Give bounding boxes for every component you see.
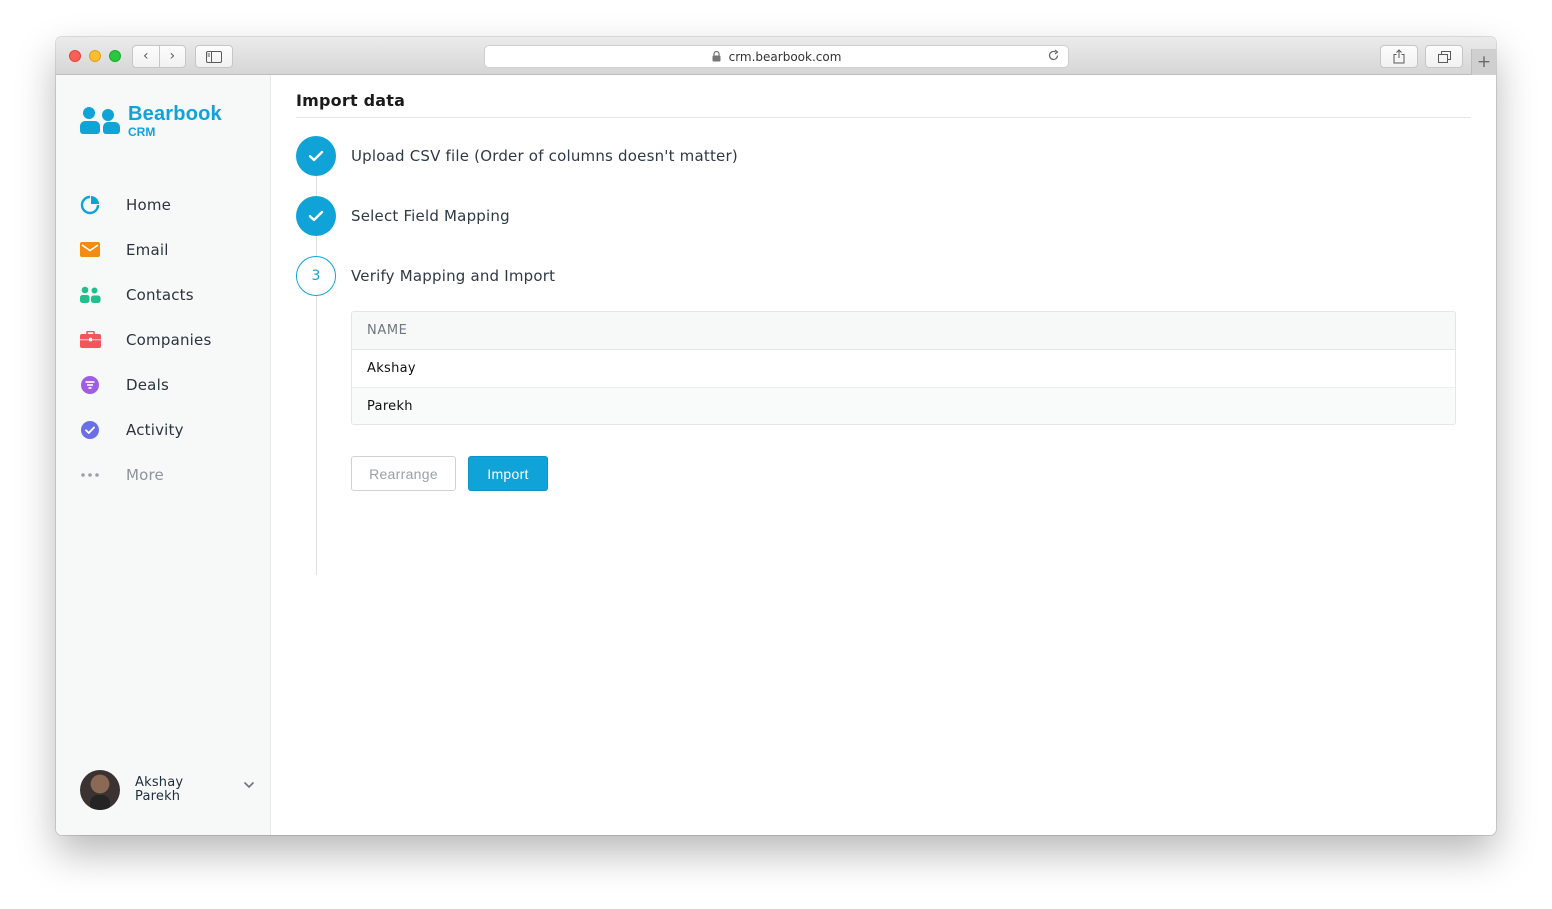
step-complete-icon bbox=[296, 196, 336, 236]
briefcase-icon bbox=[80, 330, 112, 350]
sidebar-toggle-button[interactable] bbox=[195, 45, 233, 68]
url-text: crm.bearbook.com bbox=[728, 49, 842, 64]
sidebar-nav: Home Email Contacts Companies Deals Acti… bbox=[80, 182, 260, 497]
title-divider bbox=[296, 117, 1471, 118]
user-first-name: Akshay bbox=[135, 775, 184, 790]
lock-icon bbox=[712, 51, 721, 62]
sidebar-item-label: Contacts bbox=[126, 285, 194, 304]
table-row: Parekh bbox=[352, 387, 1455, 424]
step-label: Select Field Mapping bbox=[351, 207, 510, 225]
sidebar-item-label: Activity bbox=[126, 420, 184, 439]
user-name: Akshay Parekh bbox=[135, 776, 183, 804]
avatar bbox=[80, 770, 120, 810]
envelope-icon bbox=[80, 240, 112, 260]
action-buttons: Rearrange Import bbox=[351, 456, 548, 491]
page-title: Import data bbox=[296, 91, 406, 110]
sidebar-item-label: More bbox=[126, 465, 164, 484]
new-tab-button[interactable]: + bbox=[1471, 49, 1496, 75]
step-complete-icon bbox=[296, 136, 336, 176]
sidebar-item-label: Deals bbox=[126, 375, 169, 394]
sidebar-item-activity[interactable]: Activity bbox=[80, 407, 260, 452]
filter-icon bbox=[80, 375, 112, 395]
check-circle-icon bbox=[80, 420, 112, 440]
sidebar-icon bbox=[206, 50, 222, 63]
chevron-down-icon[interactable] bbox=[243, 781, 255, 789]
user-last-name: Parekh bbox=[135, 789, 181, 804]
sidebar-item-contacts[interactable]: Contacts bbox=[80, 272, 260, 317]
brand-logo[interactable]: Bearbook CRM bbox=[80, 104, 222, 138]
history-nav-group: ‹ › bbox=[132, 45, 186, 68]
people-icon bbox=[80, 285, 112, 305]
brand-text: Bearbook CRM bbox=[128, 104, 222, 138]
back-button[interactable]: ‹ bbox=[133, 46, 160, 67]
app-container: Bearbook CRM Home Email Contacts Compani… bbox=[56, 75, 1496, 835]
brand-name: Bearbook bbox=[128, 103, 222, 125]
mapping-preview-table: NAME Akshay Parekh bbox=[351, 311, 1456, 425]
step-verify-import: 3 Verify Mapping and Import bbox=[296, 256, 555, 296]
sidebar-item-deals[interactable]: Deals bbox=[80, 362, 260, 407]
step-upload-csv: Upload CSV file (Order of columns doesn'… bbox=[296, 136, 738, 176]
minimize-window-button[interactable] bbox=[89, 50, 101, 62]
more-dots-icon bbox=[80, 465, 112, 485]
maximize-window-button[interactable] bbox=[109, 50, 121, 62]
table-header-name: NAME bbox=[352, 312, 1455, 350]
reload-icon[interactable] bbox=[1047, 49, 1060, 62]
user-menu[interactable]: Akshay Parekh bbox=[80, 769, 255, 811]
step-label: Upload CSV file (Order of columns doesn'… bbox=[351, 147, 738, 165]
sidebar-item-email[interactable]: Email bbox=[80, 227, 260, 272]
step-label: Verify Mapping and Import bbox=[351, 267, 556, 285]
rearrange-button[interactable]: Rearrange bbox=[351, 456, 456, 491]
sidebar-item-label: Companies bbox=[126, 330, 212, 349]
share-icon bbox=[1393, 49, 1405, 64]
sidebar-item-label: Email bbox=[126, 240, 169, 259]
sidebar-item-more[interactable]: More bbox=[80, 452, 260, 497]
step-field-mapping: Select Field Mapping bbox=[296, 196, 510, 236]
show-tabs-button[interactable] bbox=[1425, 45, 1463, 68]
step-number: 3 bbox=[296, 256, 336, 296]
close-window-button[interactable] bbox=[69, 50, 81, 62]
forward-button[interactable]: › bbox=[160, 46, 186, 67]
sidebar-item-companies[interactable]: Companies bbox=[80, 317, 260, 362]
sidebar-item-label: Home bbox=[126, 195, 172, 214]
bearbook-logo-icon bbox=[80, 104, 122, 138]
brand-subtitle: CRM bbox=[128, 125, 156, 139]
browser-toolbar: ‹ › crm.bearbook.com + bbox=[56, 37, 1496, 75]
address-bar[interactable]: crm.bearbook.com bbox=[484, 45, 1069, 68]
tabs-icon bbox=[1437, 50, 1451, 63]
table-row: Akshay bbox=[367, 361, 416, 376]
import-button[interactable]: Import bbox=[468, 456, 548, 491]
main-content: Import data Upload CSV file (Order of co… bbox=[271, 75, 1496, 835]
sidebar-item-home[interactable]: Home bbox=[80, 182, 260, 227]
share-button[interactable] bbox=[1380, 45, 1418, 68]
sidebar: Bearbook CRM Home Email Contacts Compani… bbox=[56, 75, 271, 835]
browser-window: ‹ › crm.bearbook.com + Bearbook CRM Home… bbox=[56, 37, 1496, 835]
pie-chart-icon bbox=[80, 195, 112, 215]
